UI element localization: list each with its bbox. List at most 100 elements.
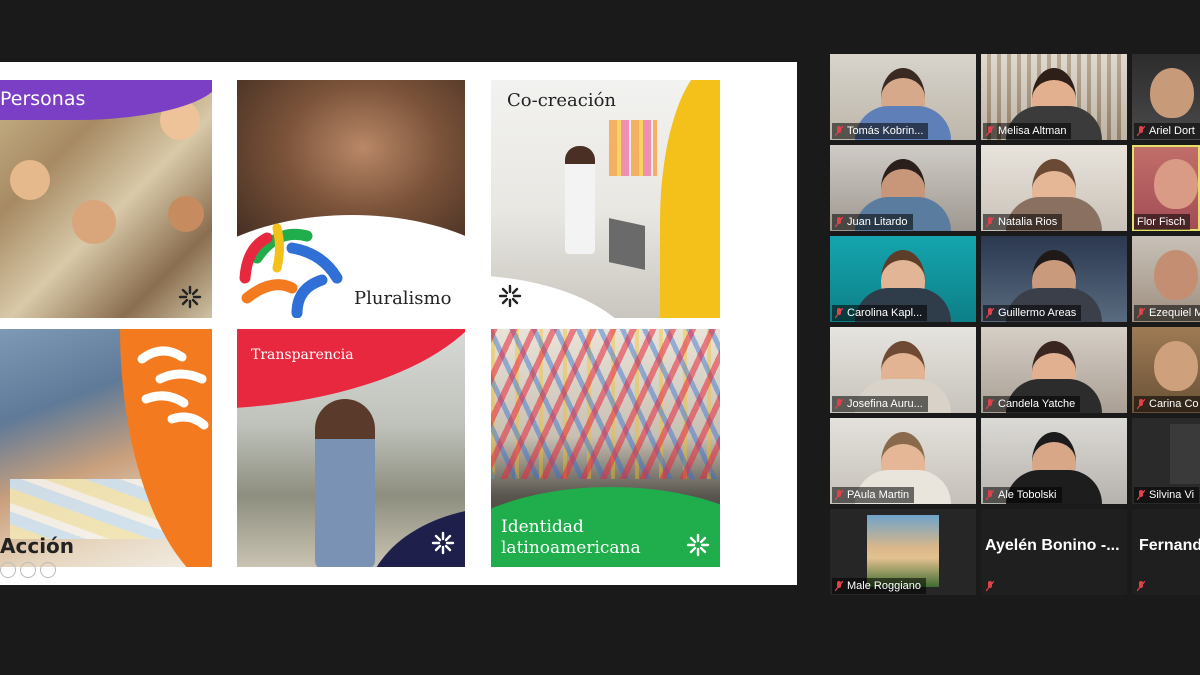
woman-wheelchair [315,399,375,567]
label-cocreacion: Co-creación [507,90,617,111]
papel-picado-flags [491,329,720,479]
label-transparencia: Transparencia [251,347,354,363]
participant-tile[interactable]: Guillermo Areas [981,236,1127,322]
zoom-in-icon[interactable] [20,562,36,578]
asterisk-burst-icon [431,531,455,555]
participant-name: Fernand [1139,537,1200,554]
mic-muted-icon [835,307,843,319]
zoom-in-icon[interactable] [40,562,56,578]
laptop [609,218,645,270]
mic-muted-icon [835,125,843,137]
participant-name: Male Roggiano [847,580,921,592]
participant-name: Tomás Kobrin... [847,125,924,137]
participant-tile-video-off[interactable]: Fernand [1132,509,1200,595]
participant-tile[interactable]: Natalia Rios [981,145,1127,231]
participant-nameplate: Candela Yatche [983,396,1081,412]
participant-tile[interactable]: Silvina Vi [1132,418,1200,504]
mic-muted-icon [835,216,843,228]
participant-nameplate: Tomás Kobrin... [832,123,929,139]
participant-gallery: Tomás Kobrin... Melisa Altman Ariel Dort… [829,53,1200,595]
participant-tile[interactable]: Ale Tobolski [981,418,1127,504]
tile-transparencia: Transparencia [237,329,465,567]
mic-muted-icon [986,580,994,592]
participant-nameplate: Melisa Altman [983,123,1072,139]
participant-tile[interactable]: Tomás Kobrin... [830,54,976,140]
avatar [1170,424,1200,484]
participant-nameplate: Male Roggiano [832,578,926,594]
participant-nameplate: PAula Martin [832,487,915,503]
mic-muted-icon [986,398,994,410]
faces-decor [168,196,204,232]
tile-pluralismo: Pluralismo [237,80,465,318]
shared-presentation-slide: Personas Pluralismo Co-creación Acción T… [0,62,797,585]
mic-muted-icon [1137,125,1145,137]
participant-tile[interactable]: PAula Martin [830,418,976,504]
participant-tile[interactable]: Candela Yatche [981,327,1127,413]
participant-tile[interactable]: Male Roggiano [830,509,976,595]
participant-tile[interactable]: Ezequiel M [1132,236,1200,322]
asterisk-burst-icon [498,284,522,308]
participant-nameplate [983,578,999,594]
label-identidad-line2: latinoamericana [501,538,641,558]
presenter [565,146,595,254]
mic-muted-icon [1137,489,1145,501]
participant-name: Juan Litardo [847,216,908,228]
participant-nameplate: Silvina Vi [1134,487,1200,503]
participant-nameplate: Natalia Rios [983,214,1063,230]
mic-muted-icon [986,216,994,228]
participant-name: Ale Tobolski [998,489,1057,501]
participant-nameplate: Flor Fisch [1134,214,1191,230]
participant-nameplate: Juan Litardo [832,214,913,230]
participant-name: Josefina Auru... [847,398,923,410]
participant-nameplate: Carolina Kapl... [832,305,928,321]
participant-tile-video-off[interactable]: Ayelén Bonino -... [981,509,1127,595]
participant-nameplate: Josefina Auru... [832,396,928,412]
mic-muted-icon [835,489,843,501]
asterisk-burst-icon [686,533,710,557]
mic-muted-icon [1137,398,1145,410]
participant-name: Silvina Vi [1149,489,1195,501]
participant-name: Carina Co [1149,398,1199,410]
label-identidad-line1: Identidad [501,517,584,537]
mic-muted-icon [1137,307,1145,319]
participant-name: Melisa Altman [998,125,1067,137]
participant-tile[interactable]: Josefina Auru... [830,327,976,413]
participant-name: Ezequiel M [1149,307,1200,319]
participant-tile[interactable]: Carolina Kapl... [830,236,976,322]
avatar [1154,341,1198,391]
participant-tile[interactable]: Ariel Dort [1132,54,1200,140]
participant-name: Ariel Dort [1149,125,1195,137]
participant-nameplate [1134,578,1150,594]
label-pluralismo: Pluralismo [354,288,452,309]
tile-accion: Acción [0,329,212,567]
avatar [1150,68,1194,118]
participant-tile[interactable]: Juan Litardo [830,145,976,231]
pluralismo-logo-icon [239,223,343,318]
faces-decor [10,160,50,200]
tile-personas: Personas [0,80,212,318]
slide-zoom-controls [0,562,56,578]
white-brush-icon [137,346,209,430]
label-personas: Personas [0,88,86,110]
participant-name: Ayelén Bonino -... [985,537,1120,554]
mic-muted-icon [835,580,843,592]
participant-tile[interactable]: Carina Co [1132,327,1200,413]
participant-tile[interactable]: Melisa Altman [981,54,1127,140]
sticky-notes [609,120,657,176]
tile-identidad: Identidad latinoamericana [491,329,720,567]
label-accion: Acción [0,534,75,558]
participant-name: Carolina Kapl... [847,307,923,319]
participant-tile-active-speaker[interactable]: Flor Fisch [1132,145,1200,231]
avatar [1154,159,1198,209]
mic-muted-icon [986,125,994,137]
mic-muted-icon [986,489,994,501]
participant-nameplate: Carina Co [1134,396,1200,412]
participant-name: Candela Yatche [998,398,1076,410]
avatar [1154,250,1198,300]
zoom-out-icon[interactable] [0,562,16,578]
participant-nameplate: Ariel Dort [1134,123,1200,139]
faces-decor [72,200,116,244]
tile-cocreacion: Co-creación [491,80,720,318]
mic-muted-icon [986,307,994,319]
participant-name: Flor Fisch [1137,216,1186,228]
